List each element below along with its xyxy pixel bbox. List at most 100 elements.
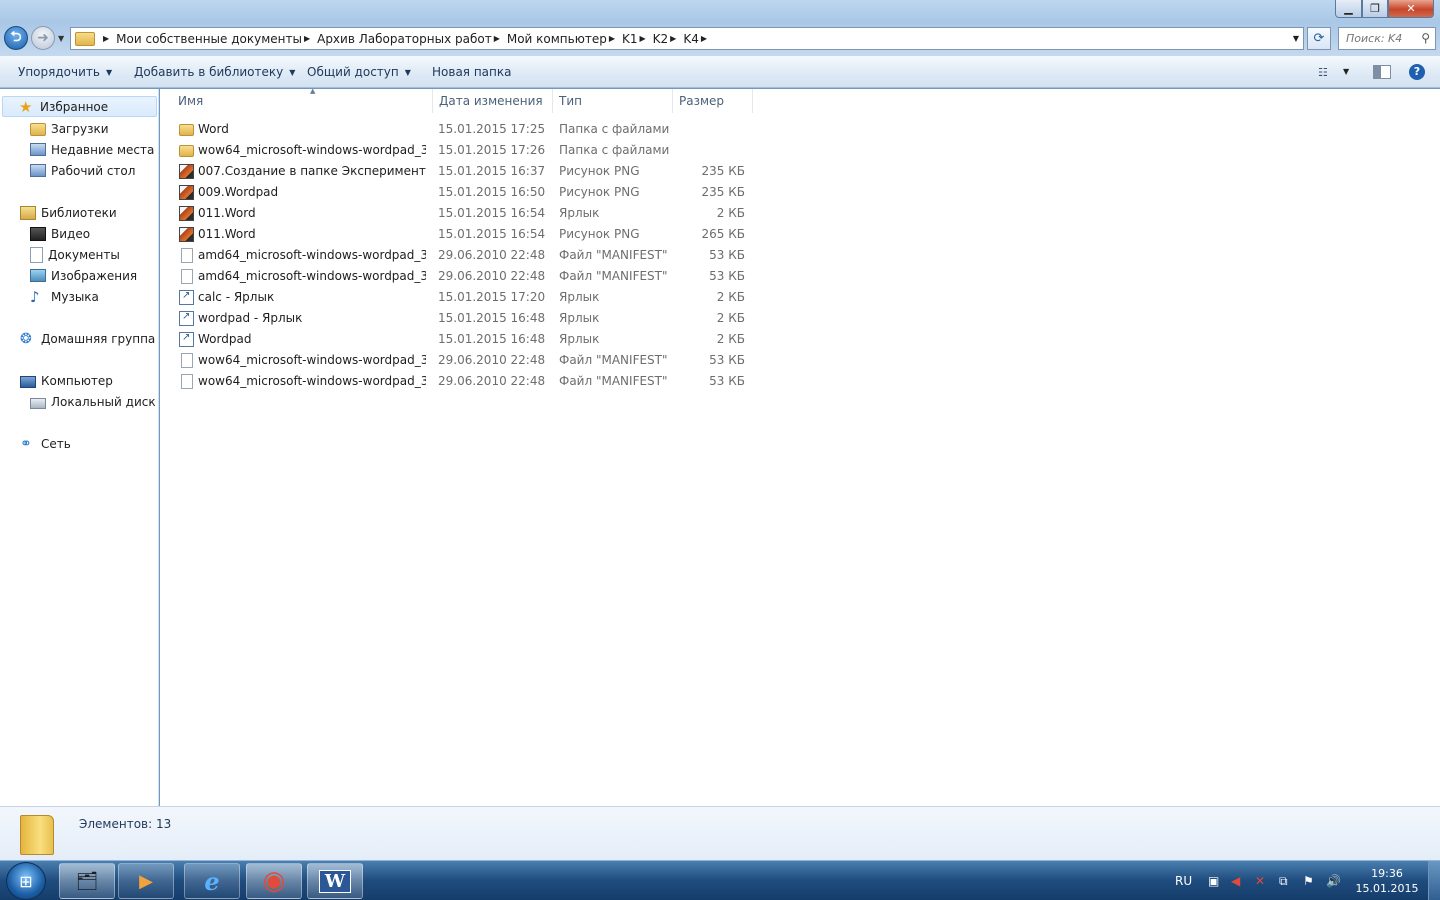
details-pane: Элементов: 13 [0,806,1440,860]
file-row[interactable]: amd64_microsoft-windows-wordpad_31... 29.… [176,245,756,266]
column-header-size[interactable]: Размер [673,89,753,113]
breadcrumb-arrow-icon[interactable]: ▶ [304,34,310,43]
breadcrumb-arrow-icon[interactable]: ▶ [494,34,500,43]
clock[interactable]: 19:36 15.01.2015 [1352,866,1422,896]
show-desktop-button[interactable] [1428,861,1440,900]
breadcrumb-arrow-icon[interactable]: ▶ [701,34,707,43]
forward-button[interactable]: ➜ [31,26,55,50]
sidebar-item-recent[interactable]: Недавние места [30,139,154,160]
tray-app-icon[interactable]: ▣ [1208,861,1219,900]
taskbar-chrome-button[interactable]: ◉ [246,863,302,899]
file-date: 15.01.2015 16:48 [438,332,546,346]
search-box[interactable]: ⚲ [1338,27,1436,50]
breadcrumb-item[interactable]: Мои собственные документы ▶ [116,32,317,46]
maximize-button[interactable]: ❐ [1362,0,1388,18]
file-row[interactable]: wow64_microsoft-windows-wordpad_31... 15.… [176,140,756,161]
file-name: Wordpad [198,332,252,346]
explorer-icon: 🗂 [75,870,99,892]
language-indicator[interactable]: RU [1175,861,1192,900]
breadcrumb-arrow-icon[interactable]: ▶ [609,34,615,43]
taskbar-media-player-button[interactable]: ▶ [118,863,174,899]
file-row[interactable]: 009.Wordpad 15.01.2015 16:50 Рисунок PNG 23… [176,182,756,203]
taskbar-word-button[interactable]: W [307,863,363,899]
sidebar-item-network[interactable]: ⚭ Сеть [20,433,71,454]
tray-network-icon[interactable]: ⧉ [1279,861,1288,900]
downloads-folder-icon [30,123,46,136]
sidebar-item-images[interactable]: Изображения [30,265,137,286]
file-row[interactable]: 007.Создание в папке Эксперименталь... 15… [176,161,756,182]
sidebar-item-favorites[interactable]: ★ Избранное [2,96,157,117]
sidebar-item-homegroup[interactable]: ❂ Домашняя группа [20,328,155,349]
taskbar-explorer-button[interactable]: 🗂 [59,863,115,899]
share-button[interactable]: Общий доступ ▼ [307,65,411,79]
file-size: 235 КБ [701,164,745,178]
tray-action-center-icon[interactable]: ⚑ [1303,861,1314,900]
breadcrumb-item[interactable]: K2 ▶ [653,32,684,46]
file-row[interactable]: Wordpad 15.01.2015 16:48 Ярлык 2 КБ [176,329,756,350]
chevron-down-icon: ▼ [105,67,113,77]
file-icon [181,248,193,263]
organize-button[interactable]: Упорядочить ▼ [18,65,112,79]
sidebar-item-documents[interactable]: Документы [30,244,120,265]
address-bar[interactable]: ▶ Мои собственные документы ▶ Архив Лабор… [70,27,1304,50]
search-icon[interactable]: ⚲ [1421,31,1430,45]
address-history-chevron-down-icon[interactable]: ▼ [1293,34,1299,43]
file-row[interactable]: wordpad - Ярлык 15.01.2015 16:48 Ярлык 2 КБ [176,308,756,329]
sidebar-item-local-disk[interactable]: Локальный диск (C [30,391,158,412]
file-type: Ярлык [559,290,600,304]
column-header-date[interactable]: Дата изменения [433,89,553,113]
file-size: 235 КБ [701,185,745,199]
tray-antivirus-icon[interactable]: ✕ [1255,861,1265,900]
start-button[interactable]: ⊞ [6,862,46,900]
file-row[interactable]: 011.Word 15.01.2015 16:54 Рисунок PNG 265 К… [176,224,756,245]
breadcrumb-root-arrow[interactable]: ▶ [101,34,116,43]
taskbar-internet-explorer-button[interactable]: e [184,863,240,899]
sidebar-item-desktop[interactable]: Рабочий стол [30,160,135,181]
add-to-library-button[interactable]: Добавить в библиотеку ▼ [134,65,295,79]
breadcrumb-item[interactable]: K1 ▶ [622,32,653,46]
file-row[interactable]: calc - Ярлык 15.01.2015 17:20 Ярлык 2 КБ [176,287,756,308]
recent-pages-chevron-down-icon[interactable]: ▼ [58,34,64,43]
file-row[interactable]: amd64_microsoft-windows-wordpad_31... 29.… [176,266,756,287]
file-type: Файл "MANIFEST" [559,374,668,388]
file-row[interactable]: 011.Word 15.01.2015 16:54 Ярлык 2 КБ [176,203,756,224]
sidebar-item-computer[interactable]: Компьютер [20,370,113,391]
view-options-icon[interactable]: ☷ [1318,66,1328,79]
breadcrumb-item[interactable]: Архив Лабораторных работ ▶ [317,32,507,46]
file-type: Ярлык [559,206,600,220]
file-row[interactable]: wow64_microsoft-windows-wordpad_31... 29.… [176,350,756,371]
file-row[interactable]: Word 15.01.2015 17:25 Папка с файлами [176,119,756,140]
breadcrumb-item[interactable]: Мой компьютер ▶ [507,32,622,46]
search-input[interactable] [1346,32,1416,45]
refresh-button[interactable]: ⟳ [1307,27,1331,50]
network-icon: ⚭ [20,435,32,452]
sidebar-item-libraries[interactable]: Библиотеки [20,202,117,223]
window-titlebar: ▁ ❐ ✕ ⮌ ➜ ▼ ▶ Мои собственные документы ▶… [0,0,1440,56]
file-date: 15.01.2015 17:20 [438,290,546,304]
minimize-button[interactable]: ▁ [1335,0,1362,18]
view-chevron-down-icon[interactable]: ▼ [1343,67,1349,76]
back-button[interactable]: ⮌ [4,26,28,50]
breadcrumb-arrow-icon[interactable]: ▶ [640,34,646,43]
tray-flag-icon[interactable]: ◀ [1231,861,1240,900]
sidebar-item-video[interactable]: Видео [30,223,90,244]
close-button[interactable]: ✕ [1388,0,1434,18]
help-icon[interactable]: ? [1409,64,1425,80]
internet-explorer-icon: e [204,866,220,896]
preview-pane-icon[interactable] [1373,65,1391,79]
png-image-icon [179,227,194,242]
sidebar-item-downloads[interactable]: Загрузки [30,118,109,139]
tray-volume-icon[interactable]: 🔊 [1326,861,1341,900]
file-date: 15.01.2015 16:50 [438,185,546,199]
file-row[interactable]: wow64_microsoft-windows-wordpad_31... 29.… [176,371,756,392]
breadcrumb-arrow-icon[interactable]: ▶ [670,34,676,43]
shortcut-icon [179,290,194,305]
file-icon [181,353,193,368]
file-type: Файл "MANIFEST" [559,353,668,367]
column-header-type[interactable]: Тип [553,89,673,113]
new-folder-button[interactable]: Новая папка [432,65,511,79]
column-header-name[interactable]: Имя ▲ [172,87,433,113]
sidebar-item-music[interactable]: ♪ Музыка [30,286,99,307]
file-name: 007.Создание в папке Эксперименталь... [198,164,426,178]
breadcrumb-item[interactable]: K4 ▶ [683,32,714,46]
